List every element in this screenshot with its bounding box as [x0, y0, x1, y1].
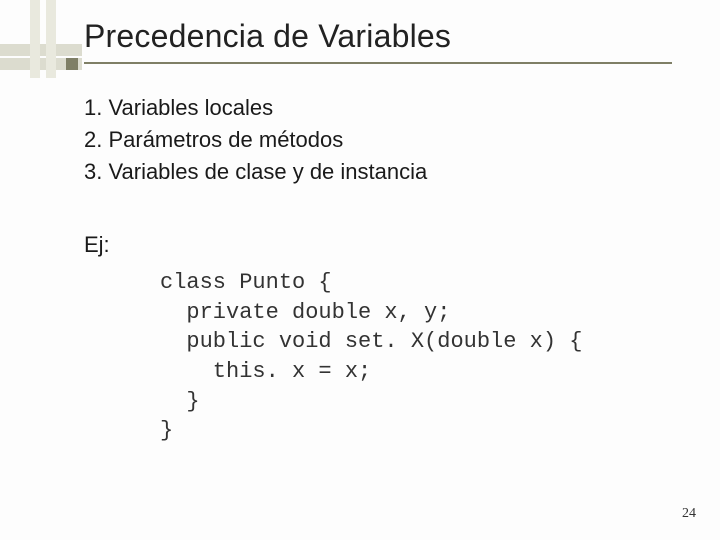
title-accent-square [66, 58, 78, 70]
code-line: class Punto { [160, 270, 332, 295]
decor-vertical-bar [46, 0, 56, 78]
slide-title: Precedencia de Variables [84, 18, 451, 55]
title-underline [84, 62, 672, 64]
example-label: Ej: [84, 232, 110, 258]
precedence-list: 1. Variables locales 2. Parámetros de mé… [84, 92, 427, 188]
code-line: private double x, y; [160, 300, 450, 325]
list-item: 2. Parámetros de métodos [84, 124, 427, 156]
list-item: 3. Variables de clase y de instancia [84, 156, 427, 188]
decor-vertical-bar [30, 0, 40, 78]
code-line: } [160, 389, 200, 414]
code-block: class Punto { private double x, y; publi… [160, 268, 582, 446]
page-number: 24 [682, 506, 696, 522]
list-item: 1. Variables locales [84, 92, 427, 124]
decor-stripe-top [0, 44, 82, 56]
code-line: } [160, 418, 173, 443]
code-line: this. x = x; [160, 359, 371, 384]
code-line: public void set. X(double x) { [160, 329, 582, 354]
